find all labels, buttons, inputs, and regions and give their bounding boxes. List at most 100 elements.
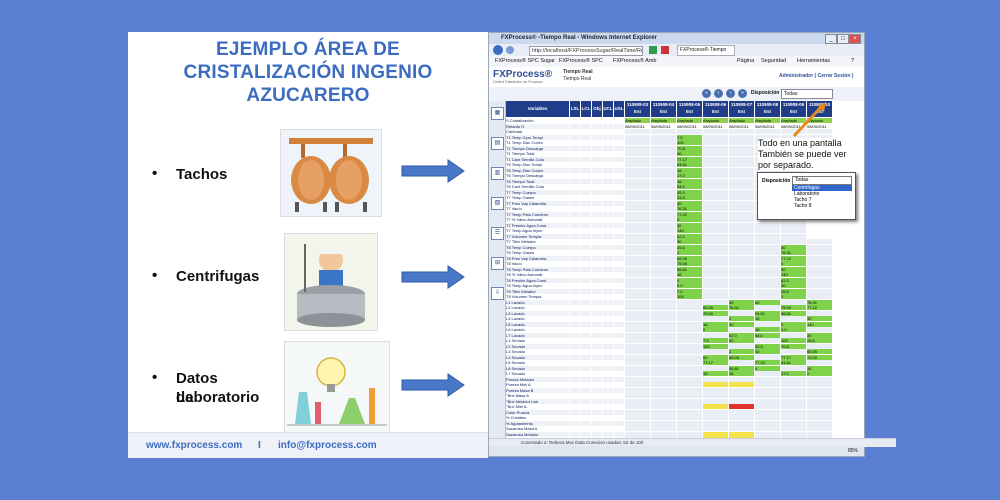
menu-help[interactable]: ?: [851, 56, 854, 67]
document-icon[interactable]: ▧: [491, 197, 504, 210]
stop-icon[interactable]: [661, 46, 669, 54]
tree-icon[interactable]: ⊞: [491, 257, 504, 270]
value-cell: [729, 200, 754, 206]
popup-option[interactable]: Tacho 8: [792, 203, 852, 209]
value-cell: [703, 145, 728, 151]
dashboard-icon[interactable]: ▦: [491, 107, 504, 120]
disposition-label: Disposición: [751, 90, 780, 96]
limit-cell: [581, 140, 591, 145]
variable-name: Cantidad: [506, 129, 569, 134]
limit-cell: [592, 343, 602, 349]
value-cell: [677, 327, 702, 332]
value-cell: 0: [781, 321, 806, 327]
back-button[interactable]: [493, 45, 503, 55]
last-page-button[interactable]: »: [738, 89, 747, 98]
forward-button[interactable]: [506, 46, 514, 54]
value-cell: [807, 404, 832, 409]
value-cell: 16: [677, 178, 702, 184]
value-cell: Arepiado: [703, 118, 728, 123]
value-cell: [729, 228, 754, 233]
value-cell: [703, 184, 728, 189]
limit-cell: [603, 316, 613, 321]
value-cell: [729, 195, 754, 200]
value-cell: [729, 327, 754, 332]
limit-cell: [581, 151, 591, 156]
value-cell: [625, 151, 650, 156]
first-page-button[interactable]: «: [702, 89, 711, 98]
address-input[interactable]: http://localhost/FXProcessSugar/RealTime…: [529, 46, 643, 56]
limit-cell: [592, 266, 602, 272]
refresh-icon[interactable]: [649, 46, 657, 54]
value-cell: 0: [729, 316, 754, 321]
value-cell: 40: [755, 349, 780, 354]
report-icon[interactable]: ▥: [491, 167, 504, 180]
variable-name: T6 Tiempo Total: [506, 178, 569, 184]
value-cell: [729, 217, 754, 222]
close-button[interactable]: ×: [849, 34, 861, 44]
tacho-code: 110908-05: [678, 102, 701, 107]
menu-pagina[interactable]: Página: [737, 56, 754, 67]
value-cell: 70.8: [677, 145, 702, 151]
minimize-button[interactable]: _: [825, 34, 837, 44]
limit-cell: [614, 327, 624, 332]
favorite-link[interactable]: FXProcess® SPC: [559, 56, 603, 67]
favorite-link[interactable]: FXProcess® Amb: [613, 56, 656, 67]
limit-cell: [603, 420, 613, 426]
callout-line: por separado.: [758, 160, 814, 170]
value-cell: 70.8: [781, 343, 806, 349]
value-cell: [729, 294, 754, 299]
website-link[interactable]: www.fxprocess.com: [146, 440, 242, 451]
variable-name: L7 Secado: [506, 371, 569, 376]
limit-cell: [570, 200, 580, 206]
value-cell: [677, 299, 702, 305]
limit-cell: [603, 360, 613, 365]
limit-cell: [603, 277, 613, 283]
value-cell: [729, 382, 754, 387]
limit-cell: [570, 266, 580, 272]
value-cell: [703, 200, 728, 206]
value-cell: 76.31: [807, 299, 832, 305]
limit-cell: [603, 255, 613, 261]
value-cell: [625, 321, 650, 327]
list-icon[interactable]: ☰: [491, 227, 504, 240]
value-cell: [729, 178, 754, 184]
limit-cell: [592, 393, 602, 398]
menu-herramientas[interactable]: Herramientas: [797, 56, 830, 67]
limit-cell: [603, 189, 613, 195]
chart-icon[interactable]: ▤: [491, 137, 504, 150]
prev-page-button[interactable]: ‹: [714, 89, 723, 98]
limit-cell: [581, 365, 591, 371]
disposition-select[interactable]: Todas: [781, 89, 833, 99]
maximize-button[interactable]: □: [837, 34, 849, 44]
limit-cell: [592, 145, 602, 151]
favorite-link[interactable]: FXProcess® SPC Sugar: [495, 56, 555, 67]
limit-cell: [592, 162, 602, 167]
variable-name: T8 °Brix Melador: [506, 288, 569, 294]
limit-cell: [570, 305, 580, 310]
value-cell: [651, 178, 676, 184]
popup-select[interactable]: Todas: [792, 176, 852, 185]
limit-cell: [614, 206, 624, 211]
limit-cell: [603, 371, 613, 376]
limit-cell: [614, 167, 624, 173]
limit-cell: [603, 250, 613, 255]
limit-cell: [603, 431, 613, 437]
value-cell: [677, 393, 702, 398]
email-link[interactable]: info@fxprocess.com: [278, 440, 377, 451]
browser-tab[interactable]: FXProcess®-Tiempo Real: [677, 45, 735, 62]
value-cell: [703, 426, 728, 431]
limit-cell: [581, 173, 591, 178]
menu-seguridad[interactable]: Seguridad: [761, 56, 786, 67]
limit-cell: [570, 222, 580, 228]
export-icon[interactable]: ⇩: [491, 287, 504, 300]
limit-cell: [603, 261, 613, 266]
bullet-symbol: •: [152, 369, 158, 386]
value-cell: [651, 145, 676, 151]
user-session-link[interactable]: Administrador ( Cerrar Sesión ): [779, 73, 853, 79]
value-cell: [807, 272, 832, 277]
zoom-level[interactable]: 85%: [848, 446, 858, 456]
value-cell: [807, 228, 832, 233]
value-cell: [729, 239, 754, 244]
value-cell: 65.05: [703, 305, 728, 310]
next-page-button[interactable]: ›: [726, 89, 735, 98]
